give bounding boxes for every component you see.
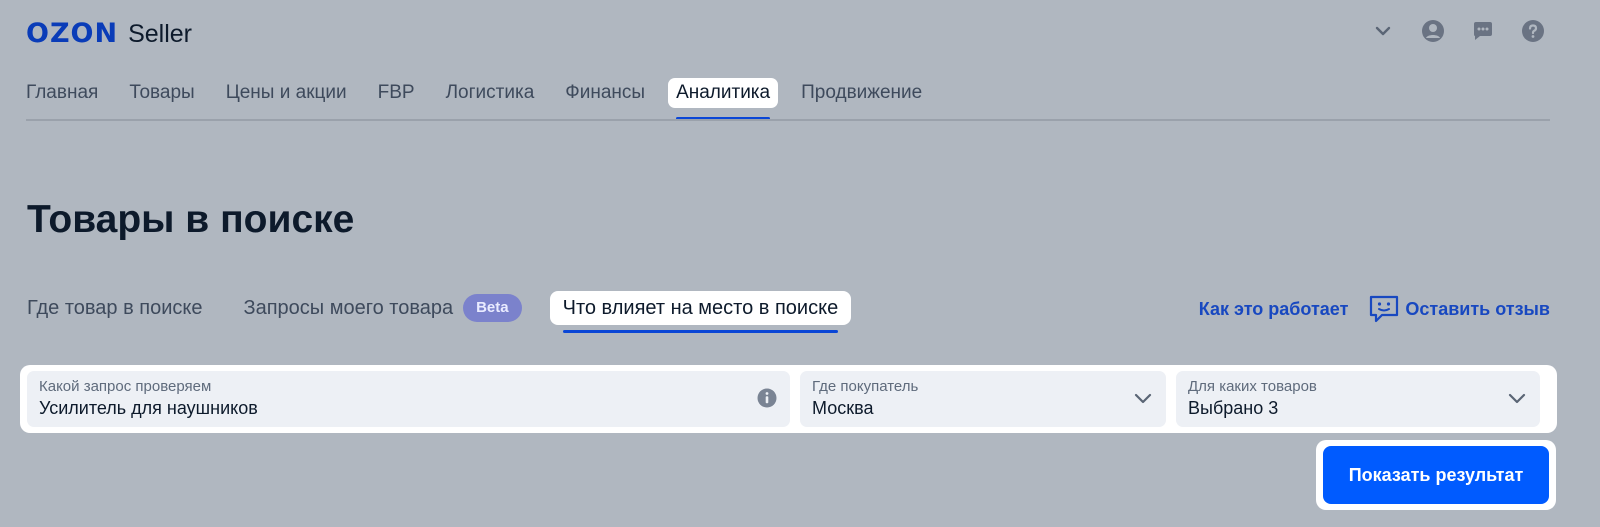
tab-my-product-queries[interactable]: Запросы моего товара Beta: [244, 291, 522, 325]
logo-seller-text: Seller: [128, 20, 193, 48]
location-select-value: Москва: [812, 398, 874, 418]
how-it-works-link[interactable]: Как это работает: [1199, 294, 1349, 324]
feedback-icon: [1368, 294, 1400, 324]
chevron-down-icon[interactable]: [1370, 18, 1396, 44]
page: OZON Seller Главная Товары Цены и акции …: [0, 0, 1600, 527]
query-field[interactable]: Какой запрос проверяем Усилитель для нау…: [27, 371, 790, 427]
location-select-label: Где покупатель: [812, 378, 919, 395]
ozon-seller-logo[interactable]: OZON Seller: [26, 18, 192, 49]
info-icon[interactable]: [756, 387, 778, 409]
products-select-value: Выбрано 3: [1188, 398, 1279, 418]
nav-item-finance[interactable]: Финансы: [565, 78, 645, 108]
help-icon[interactable]: [1520, 18, 1546, 44]
nav-item-fbp[interactable]: FBP: [378, 78, 415, 108]
nav-item-logistics[interactable]: Логистика: [446, 78, 535, 108]
help-links: Как это работает Оставить отзыв: [1199, 294, 1550, 324]
nav-divider: [26, 119, 1550, 121]
nav-item-home[interactable]: Главная: [26, 78, 98, 108]
tab-where-in-search[interactable]: Где товар в поиске: [27, 291, 203, 325]
nav-item-promotion[interactable]: Продвижение: [801, 78, 922, 108]
filter-panel: Какой запрос проверяем Усилитель для нау…: [20, 365, 1557, 433]
subtabs: Где товар в поиске Запросы моего товара …: [27, 291, 852, 333]
query-field-value: Усилитель для наушников: [39, 398, 258, 418]
query-field-label: Какой запрос проверяем: [39, 378, 212, 395]
chevron-down-icon: [1506, 387, 1528, 409]
feedback-link[interactable]: Оставить отзыв: [1368, 294, 1550, 324]
submit-button-highlight: Показать результат: [1316, 440, 1556, 510]
show-result-button[interactable]: Показать результат: [1323, 446, 1549, 504]
feedback-link-label: Оставить отзыв: [1405, 299, 1550, 319]
nav-item-products[interactable]: Товары: [129, 78, 194, 108]
main-nav: Главная Товары Цены и акции FBP Логистик…: [26, 78, 953, 120]
tab-my-product-queries-label: Запросы моего товара: [243, 297, 454, 319]
account-icon[interactable]: [1420, 18, 1446, 44]
products-select-label: Для каких товаров: [1188, 378, 1317, 395]
logo-ozon-text: OZON: [26, 18, 119, 49]
header-icons: [1370, 18, 1546, 44]
chat-icon[interactable]: [1470, 18, 1496, 44]
chevron-down-icon: [1132, 387, 1154, 409]
nav-item-analytics[interactable]: Аналитика: [668, 78, 779, 120]
beta-badge: Beta: [463, 294, 522, 322]
location-select[interactable]: Где покупатель Москва: [800, 371, 1166, 427]
page-title: Товары в поиске: [27, 198, 355, 241]
products-select[interactable]: Для каких товаров Выбрано 3: [1176, 371, 1540, 427]
nav-item-prices[interactable]: Цены и акции: [226, 78, 347, 108]
tab-ranking-factors[interactable]: Что влияет на место в поиске: [549, 291, 852, 333]
